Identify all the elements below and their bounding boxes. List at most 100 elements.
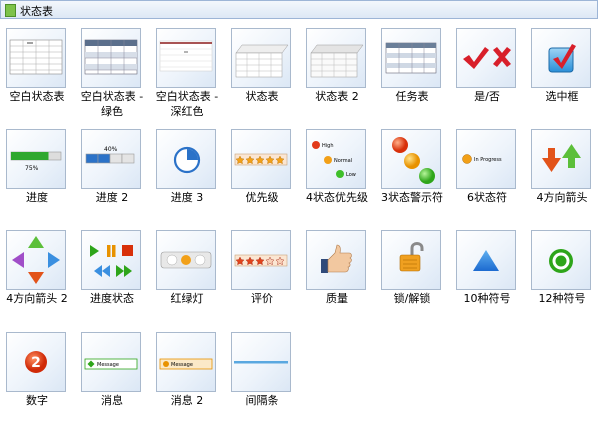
segmented-progress-icon: 40% (85, 146, 135, 164)
shape-blank-status-table[interactable]: 空白状态表 (4, 20, 79, 120)
shape-priority[interactable]: 优先级 (229, 121, 304, 221)
shape-10-symbols[interactable]: 10种符号 (454, 222, 529, 322)
shape-thumbnail (231, 129, 291, 189)
shape-label: 进度 (26, 191, 48, 204)
shape-quality[interactable]: 质量 (304, 222, 379, 322)
progress-bar-icon: 75% (10, 151, 62, 172)
status-text: In Progress (474, 157, 502, 163)
shape-label: 状态表 2 (315, 90, 359, 103)
panel-title: 状态表 (20, 5, 53, 18)
shape-thumbnail: 2 (6, 332, 66, 392)
shape-progress-2[interactable]: 40% 进度 2 (79, 121, 154, 221)
shape-label: 间隔条 (245, 394, 279, 407)
shape-traffic-light[interactable]: 红绿灯 (154, 222, 229, 322)
shape-4-direction-arrow-2[interactable]: 4方向箭头 2 (4, 222, 79, 322)
shape-thumbnail: Message (81, 332, 141, 392)
shape-4-state-priority[interactable]: High Normal Low 4状态优先级 (304, 121, 379, 221)
shape-thumbnail: 75% (6, 129, 66, 189)
status-dot-icon: In Progress (462, 154, 502, 164)
shape-yes-no[interactable]: 是/否 (454, 20, 529, 120)
shape-label: 空白状态表 - 绿色 (80, 90, 144, 118)
shape-thumbnail (231, 230, 291, 290)
shape-thumbnail (381, 28, 441, 88)
shape-number[interactable]: 2 数字 (4, 324, 79, 424)
shape-thumbnail (231, 332, 291, 392)
message-box-icon: Message (159, 358, 213, 370)
thumbs-up-icon (321, 244, 352, 273)
shape-status-table-2[interactable]: 状态表 2 (304, 20, 379, 120)
shape-label: 进度状态 (90, 292, 134, 305)
shape-label: 4方向箭头 (536, 191, 588, 204)
shape-progress-status[interactable]: 进度状态 (79, 222, 154, 322)
shape-3-state-alert[interactable]: 3状态警示符 (379, 121, 454, 221)
shape-thumbnail (531, 28, 591, 88)
separator-bar-icon (234, 361, 288, 364)
media-controls-icon (90, 245, 133, 277)
shape-message-2[interactable]: Message 消息 2 (154, 324, 229, 424)
shape-thumbnail (6, 28, 66, 88)
shape-thumbnail: High Normal Low (306, 129, 366, 189)
shape-label: 任务表 (395, 90, 429, 103)
message-text: Message (171, 362, 193, 368)
table-icon (9, 39, 63, 75)
arrow-up-down-icon (542, 144, 581, 172)
stencil-icon (5, 4, 16, 17)
shape-thumbnail (456, 230, 516, 290)
shape-progress-3[interactable]: 进度 3 (154, 121, 229, 221)
shape-label: 数字 (26, 394, 48, 407)
traffic-light-icon (160, 251, 212, 269)
alert-lights-icon (392, 137, 435, 184)
shape-rating[interactable]: 评价 (229, 222, 304, 322)
shape-label: 空白状态表 (9, 90, 65, 103)
shape-label: 12种符号 (538, 292, 586, 305)
panel-header[interactable]: 状态表 (0, 0, 598, 19)
shape-thumbnail: Message (156, 332, 216, 392)
padlock-icon (399, 242, 424, 272)
message-text: Message (97, 362, 119, 368)
priority-levels-icon: High Normal Low (312, 141, 356, 178)
shape-label: 消息 2 (170, 394, 204, 407)
progress-text: 75% (25, 165, 39, 172)
progress-text: 40% (104, 146, 118, 153)
number-badge-icon: 2 (25, 351, 47, 373)
shape-4-direction-arrow[interactable]: 4方向箭头 (529, 121, 600, 221)
shape-status-table[interactable]: 状态表 (229, 20, 304, 120)
shape-task-table[interactable]: 任务表 (379, 20, 454, 120)
shape-thumbnail (81, 230, 141, 290)
shape-label: 进度 3 (170, 191, 204, 204)
checkbox-icon (548, 44, 576, 73)
shape-label: 空白状态表 - 深红色 (155, 90, 219, 118)
pie-progress-icon (173, 146, 201, 174)
shape-progress[interactable]: 75% 进度 (4, 121, 79, 221)
priority-low-text: Low (346, 172, 356, 178)
shape-thumbnail (231, 28, 291, 88)
shape-thumbnail (306, 28, 366, 88)
shape-12-symbols[interactable]: 12种符号 (529, 222, 600, 322)
message-box-icon: Message (84, 358, 138, 370)
rating-stars-icon (234, 254, 288, 267)
shape-blank-status-table-green[interactable]: 空白状态表 - 绿色 (79, 20, 154, 120)
shape-label: 是/否 (474, 90, 500, 103)
shape-thumbnail (81, 28, 141, 88)
shape-label: 4状态优先级 (306, 191, 368, 204)
shape-blank-status-table-crimson[interactable]: 空白状态表 - 深红色 (154, 20, 229, 120)
shape-thumbnail (306, 230, 366, 290)
priority-high-text: High (322, 143, 334, 149)
shape-checkbox[interactable]: 选中框 (529, 20, 600, 120)
table-icon (235, 44, 289, 78)
triangle-icon (473, 250, 499, 271)
shape-label: 6状态符 (467, 191, 507, 204)
table-icon (84, 39, 138, 75)
shape-label: 进度 2 (95, 191, 129, 204)
table-icon (385, 42, 437, 74)
shape-separator[interactable]: 间隔条 (229, 324, 304, 424)
shape-label: 状态表 (245, 90, 279, 103)
shape-6-state[interactable]: In Progress 6状态符 (454, 121, 529, 221)
stars-icon (234, 153, 288, 166)
green-target-icon (549, 249, 573, 273)
shape-lock-unlock[interactable]: 锁/解锁 (379, 222, 454, 322)
shape-thumbnail (456, 28, 516, 88)
shape-message[interactable]: Message 消息 (79, 324, 154, 424)
shape-thumbnail (6, 230, 66, 290)
shapes-panel: 状态表 空白状态表 空白状态表 - 绿色 空白状态表 - 深红色 状态表 状态表… (0, 0, 600, 415)
